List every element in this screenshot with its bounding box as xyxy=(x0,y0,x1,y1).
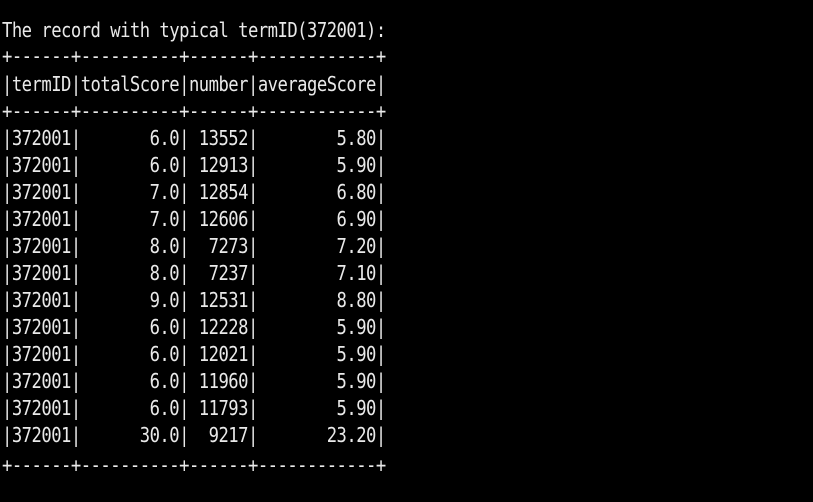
table-row: |372001| 7.0| 12854| 6.80| xyxy=(2,180,386,204)
table-row: |372001| 6.0| 12913| 5.90| xyxy=(2,153,386,177)
table-row: |372001| 8.0| 7273| 7.20| xyxy=(2,234,386,258)
table-row: |372001| 6.0| 11960| 5.90| xyxy=(2,369,386,393)
table-row: |372001| 6.0| 13552| 5.80| xyxy=(2,126,386,150)
table-border-top: +------+----------+------+------------+ xyxy=(2,44,386,68)
table-border-header: +------+----------+------+------------+ xyxy=(2,99,386,123)
table-header-row: |termID|totalScore|number|averageScore| xyxy=(2,72,386,96)
terminal-output: The record with typical termID(372001): … xyxy=(0,0,813,502)
table-row: |372001| 8.0| 7237| 7.10| xyxy=(2,261,386,285)
table-row: |372001| 6.0| 12228| 5.90| xyxy=(2,315,386,339)
table-row: |372001| 9.0| 12531| 8.80| xyxy=(2,288,386,312)
table-row: |372001| 30.0| 9217| 23.20| xyxy=(2,423,386,447)
table-row: |372001| 6.0| 12021| 5.90| xyxy=(2,342,386,366)
table-row: |372001| 6.0| 11793| 5.90| xyxy=(2,396,386,420)
output-heading: The record with typical termID(372001): xyxy=(2,18,386,42)
table-border-bottom: +------+----------+------+------------+ xyxy=(2,453,386,477)
table-row: |372001| 7.0| 12606| 6.90| xyxy=(2,207,386,231)
